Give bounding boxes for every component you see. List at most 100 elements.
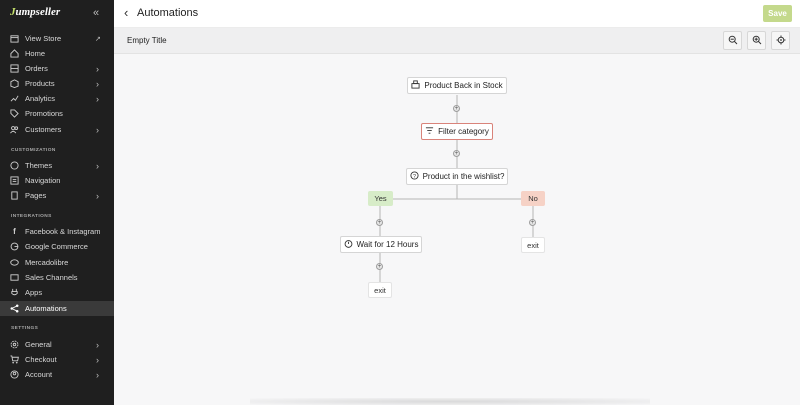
top-bar: ‹ Automations Save	[114, 0, 800, 28]
sidebar-item-label: Apps	[25, 288, 43, 297]
section-customization: CUSTOMIZATION	[11, 148, 56, 153]
gear-icon	[10, 340, 19, 349]
flow-title[interactable]: Empty Title	[127, 36, 167, 45]
sidebar-item-sales-channels[interactable]: Sales Channels	[0, 270, 114, 285]
sidebar-item-mercadolibre[interactable]: Mercadolibre	[0, 255, 114, 270]
sidebar-item-label: Account	[25, 370, 53, 379]
pages-icon	[10, 191, 19, 200]
sidebar-item-home[interactable]: Home	[0, 46, 114, 61]
account-icon	[10, 370, 19, 379]
sidebar-item-general[interactable]: General ›	[0, 337, 114, 352]
logo-text: umpseller	[15, 6, 61, 18]
sidebar-item-label: Themes	[25, 161, 53, 170]
sidebar-item-pages[interactable]: Pages ›	[0, 188, 114, 203]
channels-icon	[10, 273, 19, 282]
chevron-right-icon: ›	[96, 78, 99, 89]
sidebar-item-google-commerce[interactable]: Google Commerce	[0, 239, 114, 254]
sidebar-item-label: Pages	[25, 191, 47, 200]
sidebar-item-checkout[interactable]: Checkout ›	[0, 352, 114, 367]
timer-icon	[344, 239, 353, 250]
crosshair-icon	[776, 32, 786, 50]
flow-canvas[interactable]: Product Back in Stock + Filter category …	[114, 54, 800, 405]
chevron-right-icon: ›	[96, 190, 99, 201]
google-icon	[10, 242, 19, 251]
analytics-icon	[10, 94, 19, 103]
sidebar-item-navigation[interactable]: Navigation	[0, 173, 114, 188]
section-settings: SETTINGS	[11, 326, 39, 331]
stock-icon	[411, 80, 420, 91]
condition-node[interactable]: ? Product in the wishlist?	[406, 168, 508, 185]
trigger-label: Product Back in Stock	[424, 81, 503, 90]
sidebar-item-label: Products	[25, 79, 55, 88]
sidebar-item-apps[interactable]: Apps	[0, 285, 114, 300]
zoom-in-button[interactable]	[747, 31, 766, 50]
sidebar-item-account[interactable]: Account ›	[0, 367, 114, 382]
page-title: Automations	[137, 7, 199, 19]
add-step-button[interactable]: +	[529, 219, 536, 226]
chevron-right-icon: ›	[96, 124, 99, 135]
sidebar-item-analytics[interactable]: Analytics ›	[0, 91, 114, 106]
sidebar-item-label: Home	[25, 49, 46, 58]
sidebar-item-label: Google Commerce	[25, 242, 88, 251]
mercadolibre-icon	[10, 258, 19, 267]
sidebar-item-promotions[interactable]: Promotions	[0, 106, 114, 121]
sidebar-item-automations[interactable]: Automations	[0, 301, 114, 316]
question-icon: ?	[410, 171, 419, 182]
sidebar-item-facebook-instagram[interactable]: f Facebook & Instagram	[0, 224, 114, 239]
sidebar-item-label: Sales Channels	[25, 273, 78, 282]
add-step-button[interactable]: +	[376, 219, 383, 226]
sidebar-item-label: Analytics	[25, 94, 56, 103]
home-icon	[10, 49, 19, 58]
chevron-right-icon: ›	[96, 160, 99, 171]
exit-node: exit	[368, 282, 392, 298]
tag-icon	[10, 109, 19, 118]
filter-icon	[425, 126, 434, 137]
zoom-out-icon	[728, 32, 738, 50]
collapse-sidebar-icon[interactable]: «	[93, 7, 99, 19]
sidebar-item-label: Orders	[25, 64, 48, 73]
condition-label: Product in the wishlist?	[422, 172, 505, 181]
filter-node[interactable]: Filter category	[421, 123, 493, 140]
orders-icon	[10, 64, 19, 73]
sidebar-item-orders[interactable]: Orders ›	[0, 61, 114, 76]
trigger-node[interactable]: Product Back in Stock	[407, 77, 507, 94]
chevron-right-icon: ›	[96, 339, 99, 350]
store-icon	[10, 34, 19, 43]
svg-text:?: ?	[413, 174, 416, 180]
sidebar-item-label: General	[25, 340, 52, 349]
chevron-right-icon: ›	[96, 369, 99, 380]
navigation-icon	[10, 176, 19, 185]
wait-label: Wait for 12 Hours	[356, 240, 419, 249]
facebook-icon: f	[13, 227, 16, 236]
save-button[interactable]: Save	[763, 5, 792, 22]
sidebar-item-view-store[interactable]: View Store ↗	[0, 31, 114, 46]
chevron-right-icon: ›	[96, 63, 99, 74]
sidebar-item-label: Navigation	[25, 176, 61, 185]
jumpseller-logo[interactable]: Jumpseller	[10, 6, 60, 18]
zoom-out-button[interactable]	[723, 31, 742, 50]
wait-node[interactable]: Wait for 12 Hours	[340, 236, 422, 253]
sidebar-item-products[interactable]: Products ›	[0, 76, 114, 91]
sidebar-item-themes[interactable]: Themes ›	[0, 158, 114, 173]
filter-label: Filter category	[438, 127, 489, 136]
sidebar-item-label: Promotions	[25, 109, 63, 118]
apps-icon	[10, 288, 19, 297]
recenter-button[interactable]	[771, 31, 790, 50]
bottom-shadow	[250, 398, 650, 405]
yes-branch-badge: Yes	[368, 191, 393, 206]
external-link-icon: ↗	[95, 35, 101, 43]
zoom-in-icon	[752, 32, 762, 50]
exit-node: exit	[521, 237, 545, 253]
sidebar-item-label: View Store	[25, 34, 62, 43]
add-step-button[interactable]: +	[453, 105, 460, 112]
add-step-button[interactable]: +	[453, 150, 460, 157]
sidebar-item-customers[interactable]: Customers ›	[0, 122, 114, 137]
automations-icon	[10, 304, 19, 313]
chevron-right-icon: ›	[96, 354, 99, 365]
sidebar-item-label: Customers	[25, 125, 62, 134]
sidebar-item-label: Automations	[25, 304, 67, 313]
cart-icon	[10, 355, 19, 364]
palette-icon	[10, 161, 19, 170]
back-arrow-icon[interactable]: ‹	[124, 5, 128, 20]
add-step-button[interactable]: +	[376, 263, 383, 270]
